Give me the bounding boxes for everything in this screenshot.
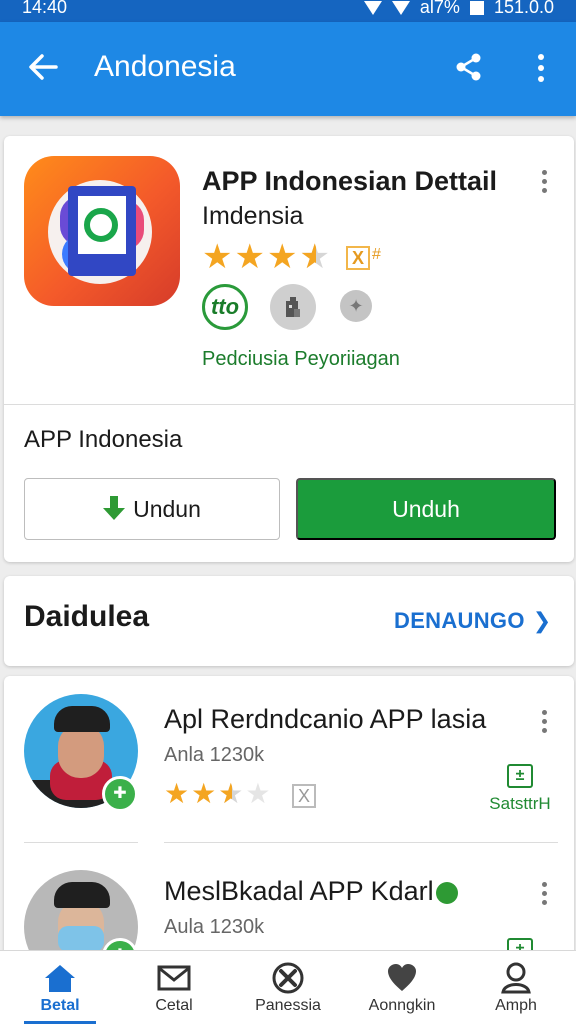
chip-tto[interactable]: tto [202, 284, 248, 330]
status-bar: 14:40 al7% 151.0.0 [0, 0, 576, 22]
nav-item-aonngkin[interactable]: Aonngkin [344, 959, 460, 1015]
section-link[interactable]: DENAUNGO ❯ [394, 608, 551, 634]
gamepad-badge-icon: ✚ [102, 776, 138, 812]
divider [4, 404, 574, 405]
share-icon[interactable] [454, 52, 484, 82]
list-item-title-text: MeslBkadal APP Kdarl [164, 876, 434, 906]
chip-label: tto [210, 294, 240, 319]
mail-icon [116, 959, 232, 997]
signal-icon [391, 0, 410, 15]
nav-label: Aonngkin [368, 997, 436, 1014]
bottom-nav: Betal Cetal Panessia Aonngkin Amph [0, 950, 576, 1024]
install-action-label: SatsttrH [489, 794, 551, 813]
section-header: Daidulea DENAUNGO ❯ [4, 576, 574, 666]
divider [24, 842, 138, 843]
rating-badge-suffix: # [372, 246, 381, 263]
section-link-label: DENAUNGO [394, 608, 525, 633]
app-title: APP Indonesian Dettail [202, 166, 498, 196]
person-icon [458, 959, 574, 997]
verified-icon [435, 881, 458, 904]
undun-button-label: Undun [133, 495, 201, 522]
wifi-icon [363, 0, 382, 15]
app-detail-card: APP Indonesian Dettail Imdensia ★ ★ ★ ★ … [4, 136, 574, 562]
list-item-more-icon[interactable] [542, 710, 547, 733]
nav-label: Cetal [155, 997, 193, 1014]
list-item-subtitle: Aula 1230k [164, 916, 265, 938]
chevron-right-icon: ❯ [532, 608, 552, 633]
install-label: APP Indonesia [24, 426, 183, 453]
section-title: Daidulea [24, 600, 150, 633]
status-extra: 151.0.0 [493, 0, 554, 17]
app-bar: Andonesia [0, 22, 576, 116]
heart-icon [344, 959, 460, 997]
nav-label: Betal [40, 997, 80, 1014]
developer-name[interactable]: Pedciusia Peyoriiagan [202, 348, 400, 371]
chip-building-icon[interactable] [270, 284, 316, 330]
nav-label: Amph [495, 997, 537, 1014]
star-empty-icon: ★ [245, 778, 271, 809]
close-box-icon: X [292, 784, 316, 808]
battery-text: al7% [419, 0, 460, 17]
rating-badge: X [346, 246, 370, 270]
nav-item-panessia[interactable]: Panessia [230, 959, 346, 1015]
install-action[interactable]: ± SatsttrH [482, 764, 558, 814]
status-time: 14:40 [22, 0, 68, 17]
arrow-back-icon[interactable] [26, 50, 60, 84]
nav-label: Panessia [255, 997, 321, 1014]
star-icon: ★ [164, 778, 190, 809]
list-item-subtitle: Anla 1230k [164, 744, 265, 766]
rating-stars: ★ ★ ★ ★ [164, 778, 271, 809]
nav-item-betal[interactable]: Betal [2, 959, 118, 1024]
star-half-icon: ★ [218, 780, 243, 809]
star-icon: ★ [191, 778, 217, 809]
unduh-button-label: Unduh [392, 495, 460, 522]
unduh-button[interactable]: Unduh [296, 478, 556, 540]
nav-item-cetal[interactable]: Cetal [116, 959, 232, 1015]
star-half-icon: ★ [299, 240, 329, 274]
star-icon: ★ [266, 238, 298, 276]
app-subtitle: Imdensia [202, 202, 304, 230]
download-icon [103, 496, 126, 522]
list-item-title: Apl Rerdndcanio APP lasia [164, 704, 487, 734]
app-icon [24, 156, 180, 306]
install-box-icon: ± [507, 764, 533, 788]
tools-icon [230, 959, 346, 997]
card-more-icon[interactable] [542, 170, 547, 193]
status-icons: al7% 151.0.0 [363, 0, 554, 18]
list-item-title: MeslBkadal APP Kdarl [164, 876, 458, 907]
undun-button[interactable]: Undun [24, 478, 280, 540]
more-vert-icon[interactable] [528, 54, 554, 84]
star-icon: ★ [234, 238, 265, 276]
chip-star-icon[interactable]: ✦ [340, 290, 372, 322]
star-icon: ★ [202, 238, 233, 276]
rating-stars: ★ ★ ★ ★ [202, 240, 330, 274]
battery-icon [469, 0, 484, 15]
app-bar-title: Andonesia [94, 50, 236, 83]
list-item-more-icon[interactable] [542, 882, 547, 905]
nav-item-amph[interactable]: Amph [458, 959, 574, 1015]
app-list: ✚ Apl Rerdndcanio APP lasia Anla 1230k ★… [4, 676, 574, 984]
home-icon [2, 959, 118, 997]
divider [164, 842, 558, 843]
